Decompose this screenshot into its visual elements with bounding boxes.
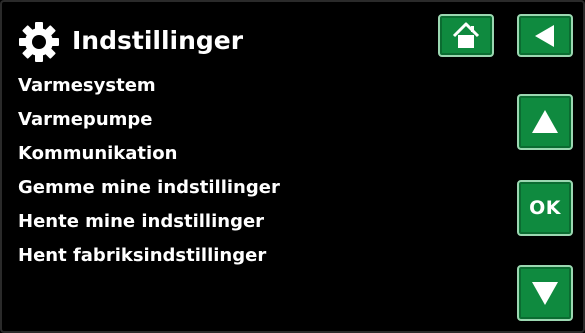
up-arrow-icon — [532, 110, 558, 133]
page-title: Indstillinger — [72, 26, 244, 55]
home-button[interactable] — [438, 14, 494, 57]
scroll-up-button[interactable] — [517, 94, 573, 150]
menu-item-varmesystem[interactable]: Varmesystem — [18, 72, 280, 106]
back-arrow-icon — [535, 24, 554, 47]
down-arrow-icon — [532, 282, 558, 305]
settings-menu: Varmesystem Varmepumpe Kommunikation Gem… — [18, 72, 280, 276]
menu-item-factory-settings[interactable]: Hent fabriksindstillinger — [18, 242, 280, 276]
gear-icon — [17, 20, 61, 64]
menu-item-kommunikation[interactable]: Kommunikation — [18, 140, 280, 174]
ok-button[interactable]: OK — [517, 180, 573, 236]
menu-item-load-settings[interactable]: Hente mine indstillinger — [18, 208, 280, 242]
menu-item-varmepumpe[interactable]: Varmepumpe — [18, 106, 280, 140]
home-icon — [452, 22, 480, 48]
menu-item-save-settings[interactable]: Gemme mine indstillinger — [18, 174, 280, 208]
scroll-down-button[interactable] — [517, 265, 573, 321]
ok-label: OK — [529, 197, 561, 219]
back-button[interactable] — [517, 14, 573, 57]
